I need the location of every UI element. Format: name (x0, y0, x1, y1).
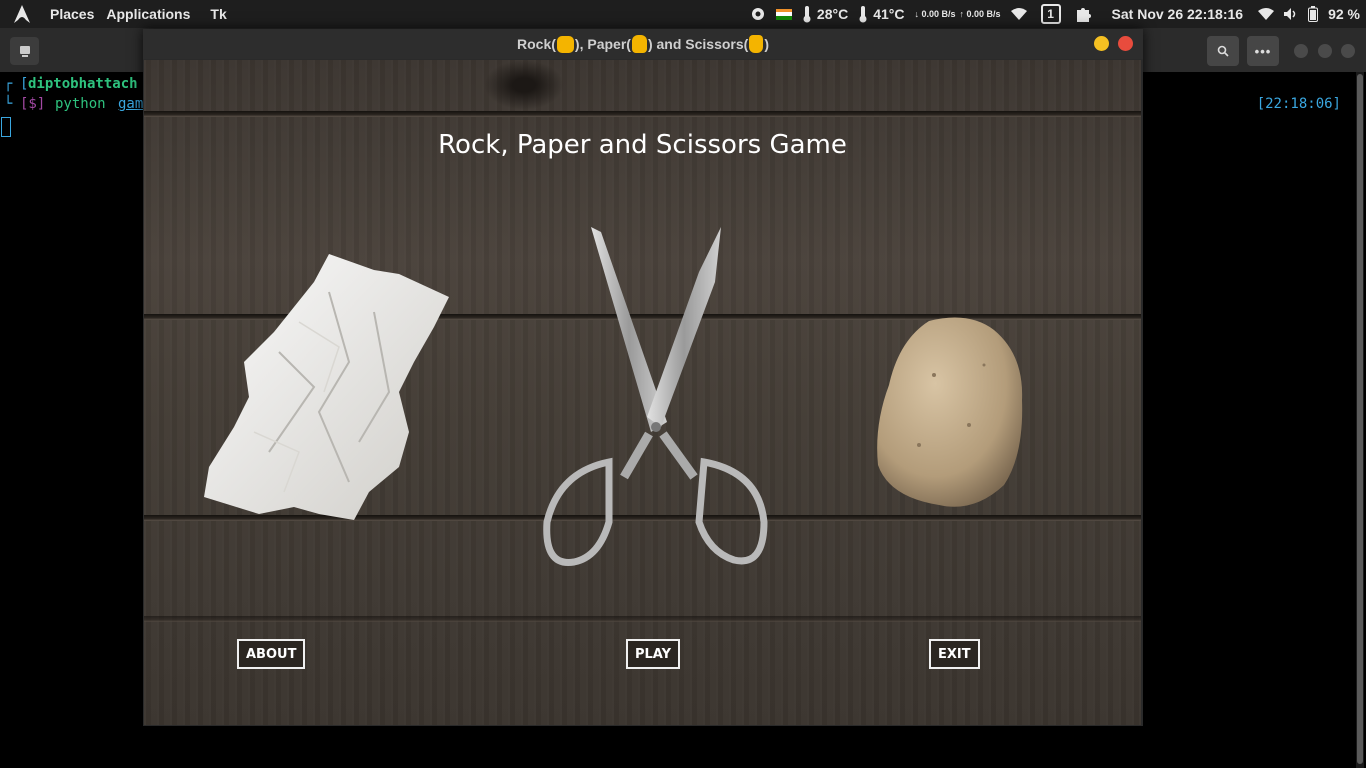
workspace-indicator[interactable]: 1 (1032, 0, 1070, 28)
ellipsis-icon: ••• (1254, 43, 1272, 59)
more-options-button[interactable]: ••• (1247, 36, 1279, 66)
gpu-temp: 41°C (873, 6, 905, 22)
maximize-dot[interactable] (1318, 44, 1332, 58)
places-menu[interactable]: Places (44, 0, 100, 28)
fist-emoji-icon (556, 35, 574, 53)
thermometer-icon (797, 0, 817, 28)
raised-hand-emoji-icon (631, 35, 647, 53)
rock-image (877, 317, 1023, 507)
workspace-number: 1 (1040, 4, 1061, 24)
new-tab-icon[interactable] (10, 37, 39, 65)
window-title-part: Rock( (517, 36, 556, 52)
play-button[interactable]: PLAY (626, 639, 681, 669)
close-button[interactable] (1118, 36, 1133, 51)
terminal-argument: gam (118, 96, 144, 112)
plank-seam (144, 111, 1141, 117)
cpu-temp: 28°C (816, 6, 849, 22)
india-flag-icon[interactable] (771, 0, 797, 28)
volume-icon[interactable] (1279, 0, 1303, 28)
terminal-user: diptobhattach (28, 76, 138, 92)
window-title-part: ) and Scissors( (647, 36, 749, 52)
wifi-status-icon[interactable] (1253, 0, 1279, 28)
wifi-icon[interactable] (1006, 0, 1032, 28)
prompt-bracket-top: ┌ (4, 76, 13, 92)
minimize-dot[interactable] (1294, 44, 1308, 58)
terminal-timestamp: [22:18:06] (1256, 96, 1341, 112)
window-titlebar[interactable]: Rock( ), Paper( ) and Scissors( ) (143, 29, 1143, 59)
close-dot[interactable] (1341, 44, 1355, 58)
window-title-part: ) (764, 36, 769, 52)
extensions-puzzle-icon[interactable] (1070, 0, 1098, 28)
game-canvas: Rock, Paper and Scissors Game ABOUT PLAY… (144, 60, 1141, 725)
battery-icon[interactable] (1303, 0, 1323, 28)
settings-gear-icon[interactable] (745, 0, 771, 28)
wood-knot (484, 60, 564, 110)
minimize-button[interactable] (1094, 36, 1109, 51)
arch-logo-icon[interactable] (0, 0, 44, 28)
top-bar: Places Applications Tk 28°C 41°C ↓ 0.00 … (0, 0, 1366, 28)
window-title-part: ), Paper( (574, 36, 631, 52)
crumpled-paper-image (204, 254, 449, 520)
terminal-scrollbar[interactable] (1356, 72, 1364, 768)
battery-percent: 92 % (1328, 6, 1360, 22)
clock[interactable]: Sat Nov 26 22:18:16 (1098, 0, 1254, 28)
exit-button[interactable]: EXIT (929, 639, 980, 669)
terminal-cursor (1, 117, 11, 137)
plank-seam (144, 616, 1141, 622)
applications-menu[interactable]: Applications (100, 0, 196, 28)
search-button[interactable] (1207, 36, 1239, 66)
active-app-menu[interactable]: Tk (204, 0, 232, 28)
thermometer-icon (853, 0, 873, 28)
victory-hand-emoji-icon (749, 35, 764, 53)
game-title: Rock, Paper and Scissors Game (438, 130, 847, 160)
game-window: Rock( ), Paper( ) and Scissors( ) Rock, … (143, 29, 1143, 726)
net-down-speed: ↓ 0.00 B/s (914, 9, 956, 19)
net-up-speed: ↑ 0.00 B/s (959, 9, 1001, 19)
search-icon (1217, 45, 1229, 57)
prompt-symbol: [$] (20, 96, 46, 112)
scissors-image (543, 227, 768, 566)
terminal-command: python (55, 96, 106, 112)
prompt-bracket-bottom: └ (4, 96, 13, 112)
about-button[interactable]: ABOUT (237, 639, 306, 669)
